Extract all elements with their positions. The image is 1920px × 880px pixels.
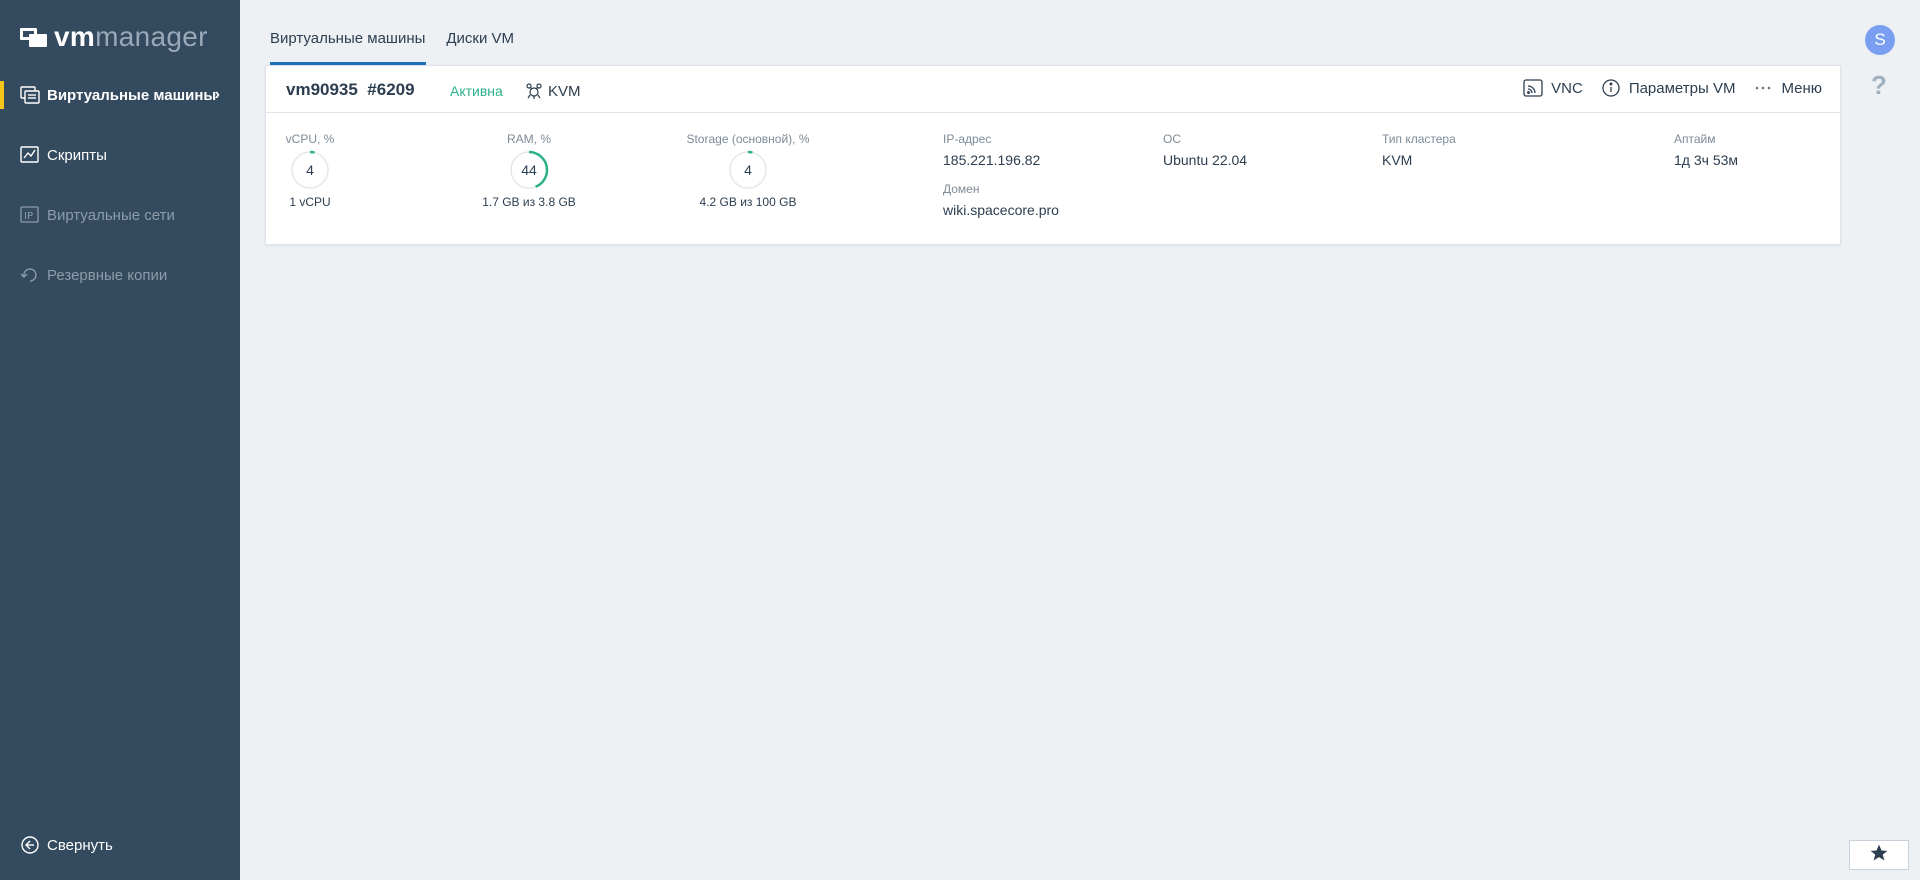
help-icon[interactable]: ? bbox=[1871, 70, 1887, 101]
ram-value: 44 bbox=[521, 162, 537, 178]
menu-button[interactable]: Меню bbox=[1753, 78, 1822, 98]
storage-value: 4 bbox=[744, 162, 752, 178]
svg-text:IP: IP bbox=[24, 211, 33, 222]
os-label: ОС bbox=[1163, 132, 1181, 146]
sidebar-item-label: Скрипты bbox=[47, 146, 107, 164]
favorites-button[interactable] bbox=[1849, 840, 1909, 870]
vm-title[interactable]: vm90935 #6209 bbox=[286, 80, 415, 100]
ip-network-icon: IP bbox=[20, 205, 40, 225]
ram-gauge: 44 bbox=[508, 149, 550, 191]
chevron-right-icon: › bbox=[214, 86, 220, 103]
kvm-icon bbox=[525, 82, 543, 100]
menu-label: Меню bbox=[1781, 79, 1822, 97]
uptime-info: Аптайм 1д 3ч 53м bbox=[1674, 132, 1738, 168]
vm-params-label: Параметры VM bbox=[1628, 79, 1736, 97]
uptime-label: Аптайм bbox=[1674, 132, 1716, 146]
ram-label: RAM, % bbox=[506, 132, 551, 146]
ip-value[interactable]: 185.221.196.82 bbox=[943, 152, 1040, 168]
sidebar-item-scripts[interactable]: Скрипты bbox=[0, 135, 240, 175]
collapse-label: Свернуть bbox=[47, 836, 113, 854]
vmmanager-logo[interactable]: vmmanager bbox=[20, 22, 208, 52]
vm-params-button[interactable]: Параметры VM bbox=[1601, 78, 1736, 98]
ip-info: IP-адрес 185.221.196.82 bbox=[943, 132, 1040, 168]
cluster-label: Тип кластера bbox=[1382, 132, 1456, 146]
vnc-icon bbox=[1523, 78, 1543, 98]
info-icon bbox=[1601, 78, 1621, 98]
cpu-metric: vCPU, % 4 1 vCPU bbox=[240, 132, 380, 209]
backup-icon bbox=[20, 265, 40, 285]
vm-actions: VNC Параметры VM Меню bbox=[1505, 78, 1822, 98]
vm-id: #6209 bbox=[367, 80, 415, 99]
scripts-icon bbox=[20, 145, 40, 165]
vnc-label: VNC bbox=[1551, 79, 1583, 97]
storage-metric: Storage (основной), % 4 4.2 GB из 100 GB bbox=[678, 132, 818, 209]
storage-gauge: 4 bbox=[727, 149, 769, 191]
sidebar-item-backups[interactable]: Резервные копии bbox=[0, 255, 240, 295]
os-info: ОС Ubuntu 22.04 bbox=[1163, 132, 1247, 168]
cpu-value: 4 bbox=[306, 162, 314, 178]
vnc-button[interactable]: VNC bbox=[1523, 78, 1583, 98]
storage-label: Storage (основной), % bbox=[686, 132, 810, 146]
sidebar-item-virtual-networks[interactable]: IP Виртуальные сети bbox=[0, 195, 240, 235]
logo-manager-text: manager bbox=[95, 21, 208, 52]
sidebar-item-label: Виртуальные сети bbox=[47, 206, 175, 224]
tab-virtual-machines[interactable]: Виртуальные машины bbox=[270, 0, 427, 65]
vm-list-icon bbox=[20, 85, 40, 105]
collapse-icon bbox=[20, 835, 40, 855]
more-dots-icon bbox=[1753, 78, 1773, 98]
user-avatar[interactable]: S bbox=[1865, 25, 1895, 55]
logo-text: vmmanager bbox=[54, 22, 208, 52]
sidebar-item-virtual-machines[interactable]: Виртуальные машины › bbox=[0, 75, 240, 115]
vmmanager-logo-icon bbox=[20, 25, 48, 49]
domain-value[interactable]: wiki.spacecore.pro bbox=[943, 202, 1059, 218]
cpu-gauge: 4 bbox=[289, 149, 331, 191]
sidebar-collapse-button[interactable]: Свернуть bbox=[0, 825, 240, 865]
logo-vm-text: vm bbox=[54, 21, 96, 52]
vm-name: vm90935 bbox=[286, 80, 358, 99]
virtualization-type: KVM bbox=[525, 82, 581, 100]
cpu-sub: 1 vCPU bbox=[289, 195, 331, 209]
vm-card: vm90935 #6209 Активна KVM VNC Параметры … bbox=[265, 65, 1841, 245]
virtualization-label: KVM bbox=[548, 82, 581, 100]
star-icon bbox=[1869, 843, 1889, 868]
cluster-value: KVM bbox=[1382, 152, 1413, 168]
tab-bar: Виртуальные машины Диски VM bbox=[270, 0, 535, 65]
cluster-info: Тип кластера KVM bbox=[1382, 132, 1456, 168]
storage-sub: 4.2 GB из 100 GB bbox=[699, 195, 797, 209]
sidebar: vmmanager Виртуальные машины › Скрипты I bbox=[0, 0, 240, 880]
domain-label: Домен bbox=[943, 182, 980, 196]
ip-label: IP-адрес bbox=[943, 132, 992, 146]
tab-vm-disks[interactable]: Диски VM bbox=[446, 0, 514, 65]
cpu-label: vCPU, % bbox=[285, 132, 335, 146]
ram-metric: RAM, % 44 1.7 GB из 3.8 GB bbox=[459, 132, 599, 209]
status-badge: Активна bbox=[450, 83, 503, 99]
domain-info: Домен wiki.spacecore.pro bbox=[943, 182, 1059, 218]
os-value: Ubuntu 22.04 bbox=[1163, 152, 1248, 168]
ram-sub: 1.7 GB из 3.8 GB bbox=[482, 195, 576, 209]
sidebar-item-label: Резервные копии bbox=[47, 266, 168, 284]
vm-card-header: vm90935 #6209 Активна KVM VNC Параметры … bbox=[266, 66, 1840, 113]
sidebar-item-label: Виртуальные машины bbox=[47, 86, 217, 104]
uptime-value: 1д 3ч 53м bbox=[1674, 152, 1739, 168]
